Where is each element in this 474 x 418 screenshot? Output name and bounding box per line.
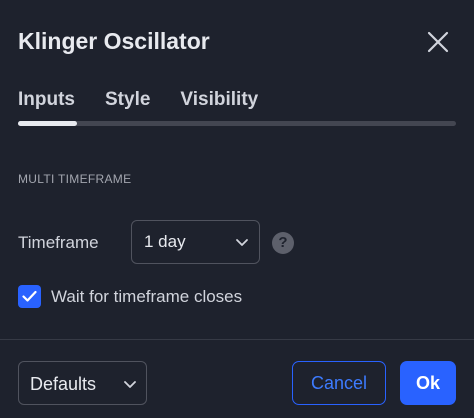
chevron-down-icon bbox=[124, 381, 136, 388]
tab-style[interactable]: Style bbox=[105, 86, 150, 120]
indicator-settings-dialog: Klinger Oscillator Inputs Style Visibili… bbox=[0, 0, 474, 418]
wait-closes-checkbox[interactable] bbox=[18, 285, 41, 308]
chevron-down-icon bbox=[236, 239, 248, 246]
tab-inputs[interactable]: Inputs bbox=[18, 86, 75, 120]
tab-visibility[interactable]: Visibility bbox=[180, 86, 258, 120]
cancel-button[interactable]: Cancel bbox=[292, 361, 386, 405]
timeframe-select[interactable]: 1 day bbox=[131, 220, 260, 264]
checkmark-icon bbox=[22, 290, 37, 302]
tab-bar: Inputs Style Visibility bbox=[18, 86, 288, 120]
section-heading: MULTI TIMEFRAME bbox=[18, 172, 132, 186]
close-icon[interactable] bbox=[422, 26, 454, 58]
defaults-label: Defaults bbox=[30, 374, 97, 394]
active-tab-indicator bbox=[18, 121, 77, 126]
dialog-header: Klinger Oscillator bbox=[0, 0, 474, 82]
ok-button[interactable]: Ok bbox=[400, 361, 456, 405]
timeframe-label: Timeframe bbox=[18, 233, 99, 252]
defaults-dropdown-button[interactable]: Defaults bbox=[18, 361, 147, 405]
help-icon[interactable]: ? bbox=[272, 232, 294, 254]
dialog-title: Klinger Oscillator bbox=[18, 28, 210, 54]
footer-divider bbox=[0, 339, 474, 340]
wait-closes-label[interactable]: Wait for timeframe closes bbox=[51, 285, 242, 309]
tab-track bbox=[18, 121, 456, 126]
timeframe-value: 1 day bbox=[144, 232, 186, 251]
